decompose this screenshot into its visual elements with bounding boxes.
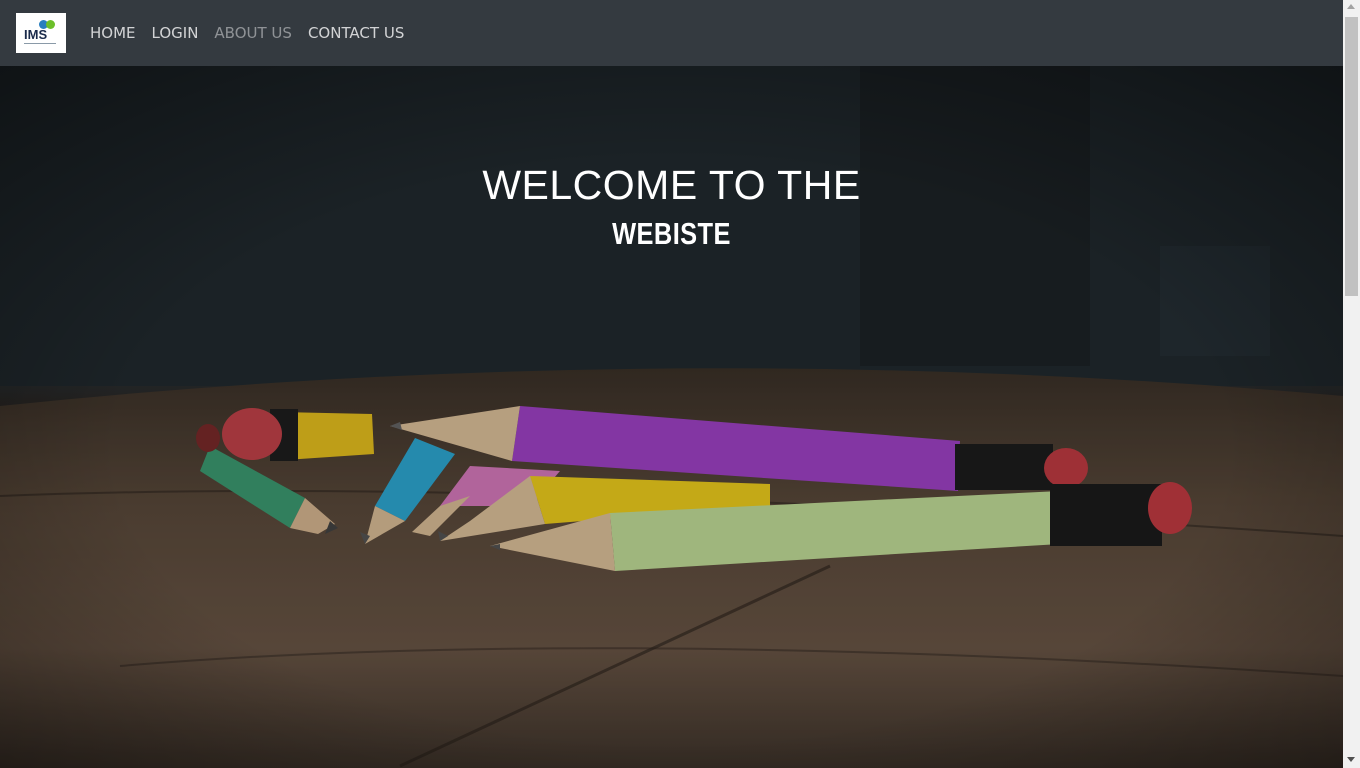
logo-text: IMS: [24, 27, 48, 42]
nav-link-contact-us[interactable]: CONTACT US: [308, 24, 404, 42]
hero-subtitle: WEBISTE: [612, 216, 731, 251]
navbar: IMS HOME LOGIN ABOUT US CONTACT US: [0, 0, 1343, 66]
nav-link-home[interactable]: HOME: [90, 24, 136, 42]
logo-dot-green: [46, 20, 55, 29]
nav-link-about-us[interactable]: ABOUT US: [214, 24, 292, 42]
nav-link-login[interactable]: LOGIN: [152, 24, 199, 42]
scroll-down-arrow-icon[interactable]: [1347, 757, 1355, 762]
vertical-scrollbar[interactable]: [1343, 0, 1360, 768]
scrollbar-thumb[interactable]: [1345, 17, 1358, 296]
hero-section: WELCOME TO THE WEBISTE: [0, 66, 1343, 768]
hero-title: WELCOME TO THE: [482, 162, 861, 208]
logo-tagline-line: [24, 43, 56, 44]
ims-logo-icon[interactable]: IMS: [16, 13, 66, 53]
scroll-up-arrow-icon[interactable]: [1347, 4, 1355, 9]
